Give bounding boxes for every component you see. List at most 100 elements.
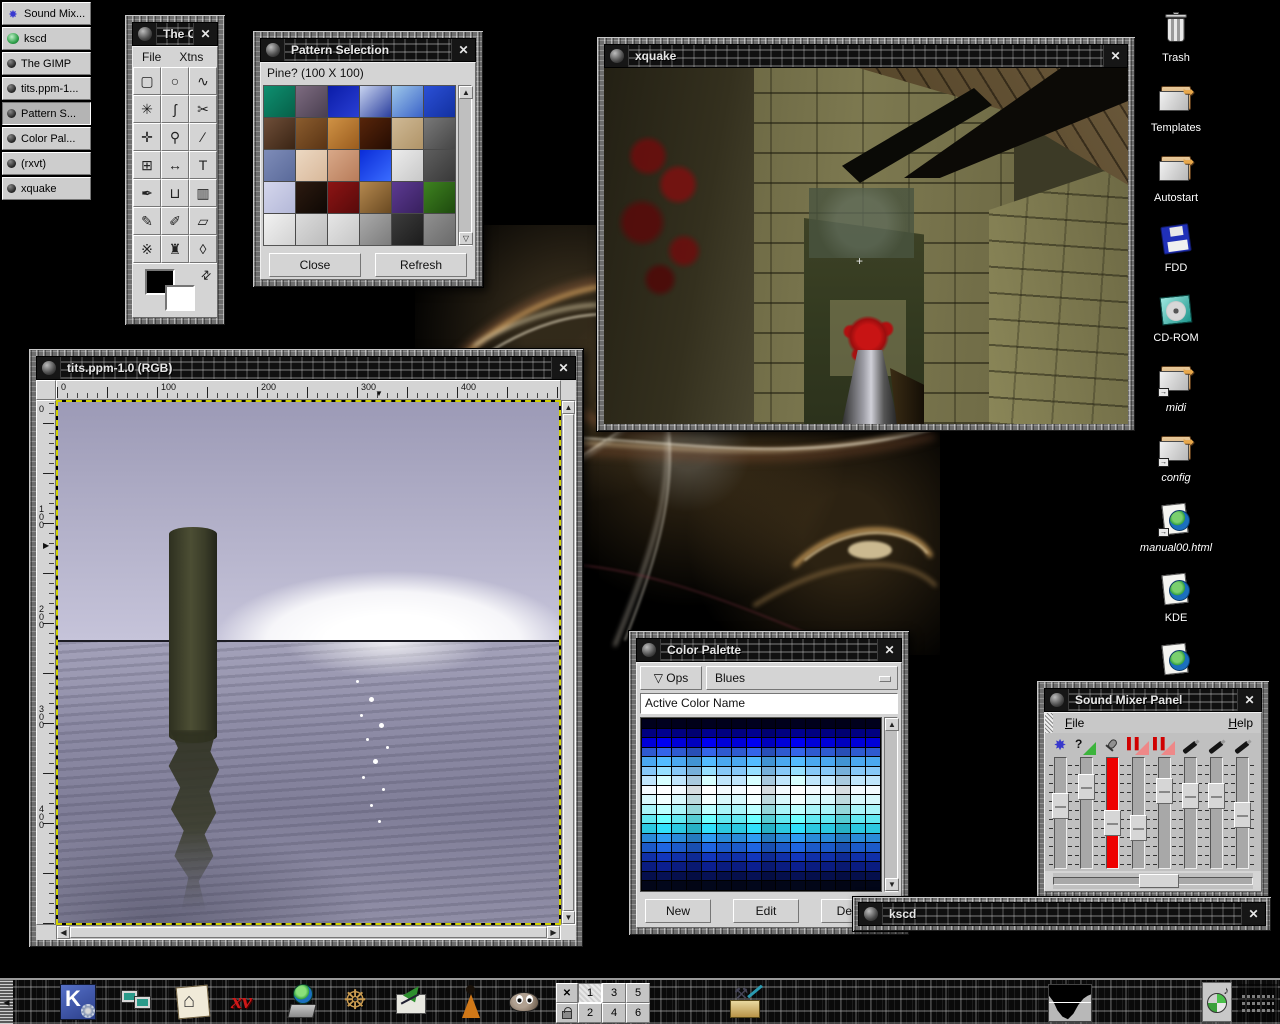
palette-cell[interactable] bbox=[776, 786, 790, 795]
channel-slider[interactable] bbox=[1230, 757, 1254, 869]
quake-game-view[interactable]: + bbox=[604, 68, 1128, 424]
palette-cell[interactable] bbox=[687, 786, 701, 795]
desktop-icon-config[interactable]: ➥→config bbox=[1130, 432, 1222, 502]
palette-cell[interactable] bbox=[702, 824, 716, 833]
panel-hide-arrow[interactable]: ◀ bbox=[0, 980, 13, 1024]
palette-cell[interactable] bbox=[687, 881, 701, 890]
palette-cell[interactable] bbox=[732, 862, 746, 871]
palette-cell[interactable] bbox=[672, 853, 686, 862]
palette-cell[interactable] bbox=[732, 767, 746, 776]
palette-cell[interactable] bbox=[657, 786, 671, 795]
rect-select-tool-icon[interactable]: ▢ bbox=[133, 67, 161, 95]
ellipse-select-tool-icon[interactable]: ○ bbox=[161, 67, 189, 95]
palette-cell[interactable] bbox=[836, 872, 850, 881]
plug-icon[interactable] bbox=[1204, 737, 1228, 757]
palette-cell[interactable] bbox=[851, 729, 865, 738]
palette-cell[interactable] bbox=[717, 862, 731, 871]
palette-cell[interactable] bbox=[866, 834, 880, 843]
scroll-down-icon[interactable]: ▽ bbox=[459, 232, 473, 245]
convolve-blur-tool-icon[interactable]: ◊ bbox=[189, 235, 217, 263]
scroll-up-icon[interactable]: ▲ bbox=[459, 86, 473, 99]
pattern-swatch[interactable] bbox=[392, 150, 423, 181]
palette-cell[interactable] bbox=[866, 815, 880, 824]
palette-cell[interactable] bbox=[762, 729, 776, 738]
palette-cell[interactable] bbox=[702, 757, 716, 766]
palette-cell[interactable] bbox=[687, 872, 701, 881]
slider-knob[interactable] bbox=[1156, 778, 1173, 804]
palette-cell[interactable] bbox=[642, 834, 656, 843]
pattern-swatch[interactable] bbox=[360, 182, 391, 213]
plug-icon[interactable] bbox=[1178, 737, 1202, 757]
palette-cell[interactable] bbox=[687, 843, 701, 852]
palette-cell[interactable] bbox=[762, 872, 776, 881]
palette-cell[interactable] bbox=[851, 738, 865, 747]
pattern-swatch[interactable] bbox=[264, 182, 295, 213]
palette-cell[interactable] bbox=[672, 767, 686, 776]
palette-cell[interactable] bbox=[851, 843, 865, 852]
pager-desktop-1[interactable]: 1 bbox=[578, 983, 602, 1003]
palette-cell[interactable] bbox=[672, 805, 686, 814]
image-canvas[interactable] bbox=[56, 400, 561, 925]
palette-cell[interactable] bbox=[702, 776, 716, 785]
palette-cell[interactable] bbox=[717, 843, 731, 852]
palette-cell[interactable] bbox=[806, 786, 820, 795]
task-button[interactable]: xquake bbox=[2, 177, 91, 200]
palette-cell[interactable] bbox=[702, 748, 716, 757]
palette-cell[interactable] bbox=[791, 776, 805, 785]
palette-cell[interactable] bbox=[717, 767, 731, 776]
blend-gradient-tool-icon[interactable]: ▥ bbox=[189, 179, 217, 207]
palette-cell[interactable] bbox=[747, 738, 761, 747]
channel-slider[interactable] bbox=[1178, 757, 1202, 869]
channel-slider[interactable] bbox=[1204, 757, 1228, 869]
palette-cell[interactable] bbox=[866, 853, 880, 862]
palette-cell[interactable] bbox=[851, 805, 865, 814]
palette-cell[interactable] bbox=[866, 872, 880, 881]
pattern-swatch[interactable] bbox=[296, 150, 327, 181]
palette-cell[interactable] bbox=[821, 786, 835, 795]
xv-icon[interactable]: xv bbox=[227, 982, 267, 1022]
palette-cell[interactable] bbox=[806, 805, 820, 814]
palette-cell[interactable] bbox=[732, 738, 746, 747]
palette-cell[interactable] bbox=[642, 757, 656, 766]
palette-cell[interactable] bbox=[762, 881, 776, 890]
palette-cell[interactable] bbox=[732, 824, 746, 833]
palette-cell[interactable] bbox=[702, 729, 716, 738]
palette-cell[interactable] bbox=[672, 738, 686, 747]
palette-cell[interactable] bbox=[747, 824, 761, 833]
color-picker-tool-icon[interactable]: ✒ bbox=[133, 179, 161, 207]
palette-cell[interactable] bbox=[791, 881, 805, 890]
palette-cell[interactable] bbox=[687, 757, 701, 766]
palette-cell[interactable] bbox=[702, 853, 716, 862]
pattern-titlebar[interactable]: Pattern Selection ✕ bbox=[260, 38, 476, 62]
ship-wheel-icon[interactable]: ☸ bbox=[338, 982, 378, 1022]
palette-cell[interactable] bbox=[657, 719, 671, 728]
palette-cell[interactable] bbox=[866, 776, 880, 785]
palette-cell[interactable] bbox=[836, 815, 850, 824]
palette-color-grid[interactable] bbox=[640, 717, 882, 892]
palette-cell[interactable] bbox=[687, 767, 701, 776]
palette-cell[interactable] bbox=[717, 815, 731, 824]
palette-cell[interactable] bbox=[747, 834, 761, 843]
channel-slider[interactable] bbox=[1048, 757, 1072, 869]
palette-cell[interactable] bbox=[851, 824, 865, 833]
palette-cell[interactable] bbox=[762, 767, 776, 776]
palette-cell[interactable] bbox=[806, 815, 820, 824]
palette-cell[interactable] bbox=[851, 719, 865, 728]
palette-cell[interactable] bbox=[836, 776, 850, 785]
palette-cell[interactable] bbox=[866, 767, 880, 776]
task-button[interactable]: The GIMP bbox=[2, 52, 91, 75]
palette-cell[interactable] bbox=[806, 843, 820, 852]
palette-cell[interactable] bbox=[642, 776, 656, 785]
free-select-lasso-tool-icon[interactable]: ∿ bbox=[189, 67, 217, 95]
palette-cell[interactable] bbox=[776, 767, 790, 776]
palette-cell[interactable] bbox=[762, 824, 776, 833]
palette-cell[interactable] bbox=[702, 738, 716, 747]
palette-cell[interactable] bbox=[821, 767, 835, 776]
airbrush-tool-icon[interactable]: ※ bbox=[133, 235, 161, 263]
palette-cell[interactable] bbox=[821, 834, 835, 843]
desktop-icon-midi[interactable]: ➥→midi bbox=[1130, 362, 1222, 432]
plug-icon[interactable] bbox=[1230, 737, 1254, 757]
palette-cell[interactable] bbox=[717, 719, 731, 728]
bezier-select-tool-icon[interactable]: ʃ bbox=[161, 95, 189, 123]
palette-cell[interactable] bbox=[702, 872, 716, 881]
